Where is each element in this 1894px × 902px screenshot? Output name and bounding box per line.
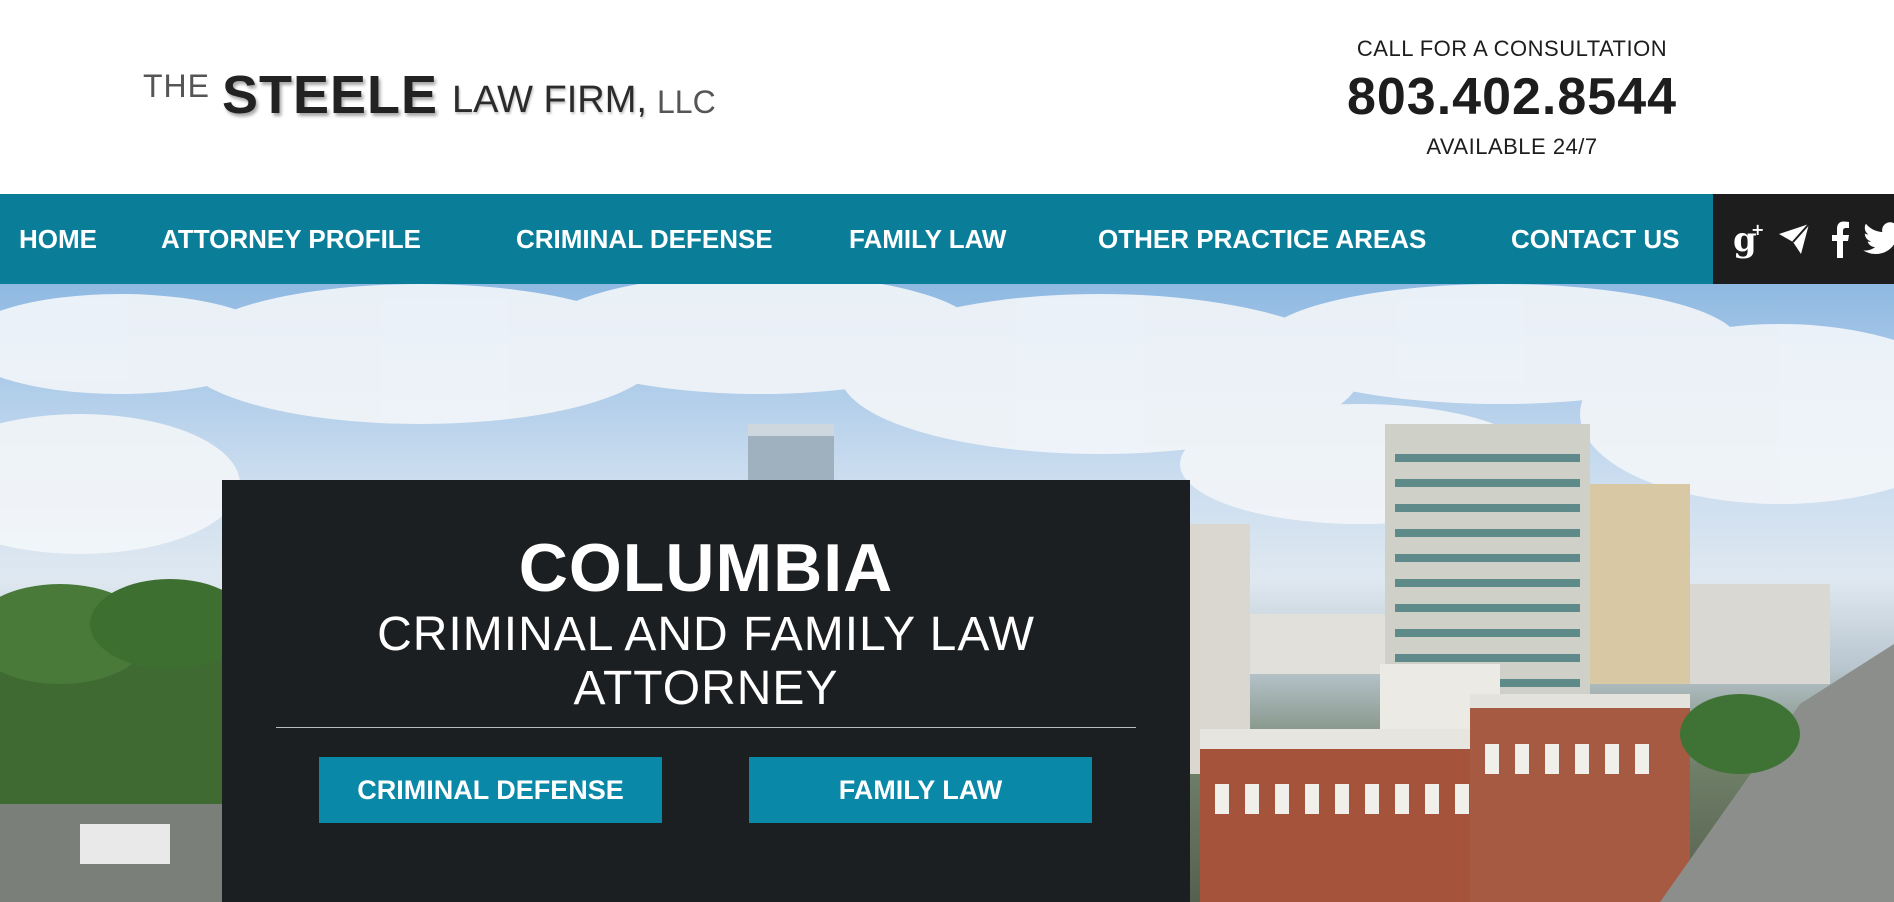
criminal-defense-button[interactable]: CRIMINAL DEFENSE: [319, 757, 662, 823]
nav-item-contact-us[interactable]: CONTACT US: [1511, 194, 1680, 284]
phone-number[interactable]: 803.402.8544: [1300, 68, 1724, 126]
nav-item-home[interactable]: HOME: [19, 194, 97, 284]
nav-item-family-law[interactable]: FAMILY LAW: [849, 194, 1006, 284]
logo-law-firm: LAW FIRM,: [452, 79, 647, 121]
twitter-icon[interactable]: [1863, 216, 1894, 262]
hero-divider: [276, 727, 1136, 728]
logo-the: THE: [143, 68, 210, 104]
main-nav: HOME ATTORNEY PROFILE CRIMINAL DEFENSE F…: [0, 194, 1713, 284]
consultation-label: CALL FOR A CONSULTATION: [1356, 36, 1668, 61]
hero-panel: COLUMBIA CRIMINAL AND FAMILY LAW ATTORNE…: [222, 480, 1190, 902]
nav-item-other-practice-areas[interactable]: OTHER PRACTICE AREAS: [1098, 194, 1426, 284]
site-header: THE STEELE LAW FIRM, LLC CALL FOR A CONS…: [0, 0, 1894, 194]
svg-text:+: +: [1751, 220, 1764, 239]
google-plus-icon[interactable]: g +: [1731, 216, 1765, 262]
logo-steele: STEELE: [222, 65, 439, 125]
hero-banner: COLUMBIA CRIMINAL AND FAMILY LAW ATTORNE…: [0, 284, 1894, 902]
contact-block: CALL FOR A CONSULTATION 803.402.8544 AVA…: [1300, 36, 1724, 160]
family-law-button[interactable]: FAMILY LAW: [749, 757, 1092, 823]
nav-item-criminal-defense[interactable]: CRIMINAL DEFENSE: [516, 194, 773, 284]
send-icon[interactable]: [1775, 216, 1813, 262]
site-logo[interactable]: THE STEELE LAW FIRM, LLC: [143, 62, 716, 122]
facebook-icon[interactable]: [1828, 216, 1852, 262]
logo-llc: LLC: [656, 84, 716, 120]
hero-title: COLUMBIA: [518, 530, 894, 606]
hero-subtitle: CRIMINAL AND FAMILY LAW ATTORNEY: [377, 608, 1035, 715]
nav-item-attorney-profile[interactable]: ATTORNEY PROFILE: [161, 194, 421, 284]
availability-label: AVAILABLE 24/7: [1426, 134, 1598, 159]
social-bar: g +: [1713, 194, 1894, 284]
